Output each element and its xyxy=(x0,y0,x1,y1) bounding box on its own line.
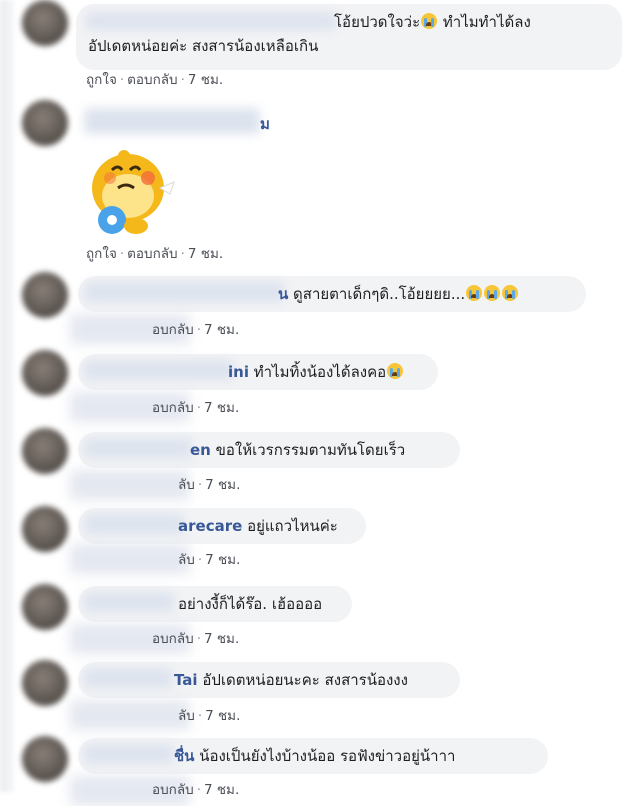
timestamp[interactable]: 7 ชม. xyxy=(204,631,239,647)
comment-actions: อบกลับ · 7 ชม. xyxy=(152,400,240,416)
comment-text: ดูสายตาเด็กๆดิ..โอ้ยยยย... xyxy=(293,285,466,303)
reply-link[interactable]: ลับ xyxy=(178,552,195,568)
comment-text: ทำไมทิ้งน้องได้ลงคอ xyxy=(253,363,387,381)
reply-link[interactable]: อบกลับ xyxy=(152,782,194,798)
comment-actions: ลับ · 7 ชม. xyxy=(178,552,241,568)
blurred-name xyxy=(86,12,336,30)
blurred-name xyxy=(84,514,184,534)
blurred-name xyxy=(84,592,174,612)
commenter-name[interactable]: Tai xyxy=(174,671,198,689)
comment-text: อยู่แถวไหนค่ะ xyxy=(247,517,338,535)
crying-face-emoji-icon xyxy=(502,285,519,301)
blurred-name xyxy=(84,668,172,688)
comment-text-cont: ทำไมทำได้ลง xyxy=(438,13,531,31)
blurred-region xyxy=(70,700,190,730)
comment-actions: ถูกใจ · ตอบกลับ · 7 ชม. xyxy=(86,246,224,262)
comment-bubble: น ดูสายตาเด็กๆดิ..โอ้ยยยย... xyxy=(78,276,586,312)
timestamp[interactable]: 7 ชม. xyxy=(204,400,239,416)
avatar[interactable] xyxy=(22,660,68,706)
blurred-name xyxy=(84,744,174,764)
comment-text: อย่างงี้ก็ได้ร๊อ. เฮ้ออออ xyxy=(178,595,323,613)
crying-face-emoji-icon xyxy=(421,13,438,29)
like-link[interactable]: ถูกใจ xyxy=(86,72,117,88)
comment-bubble: Tai อัปเดตหน่อยนะคะ สงสารน้องงง xyxy=(78,662,460,698)
avatar[interactable] xyxy=(22,584,68,630)
timestamp[interactable]: 7 ชม. xyxy=(205,708,240,724)
like-link[interactable]: ถูกใจ xyxy=(86,246,117,262)
comment-actions: ลับ · 7 ชม. xyxy=(178,477,241,493)
crying-face-emoji-icon xyxy=(484,285,501,301)
comment-bubble: โอ้ยปวดใจว่ะ ทำไมทำได้ลง อัปเดตหน่อยค่ะ … xyxy=(76,4,622,70)
reply-link[interactable]: ตอบกลับ xyxy=(127,246,177,262)
reply-link[interactable]: ลับ xyxy=(178,708,195,724)
left-page-edge xyxy=(0,0,14,792)
commenter-name[interactable]: ชื่น xyxy=(174,747,194,765)
commenter-name[interactable]: ม xyxy=(260,112,270,136)
reply-link[interactable]: ตอบกลับ xyxy=(127,72,177,88)
comment-actions: ลับ · 7 ชม. xyxy=(178,708,241,724)
comment-text: น้องเป็นยังไงบ้างน้ออ รอฟังข่าวอยู่น้าาา xyxy=(199,747,456,765)
blurred-name xyxy=(84,360,234,380)
comment-actions: ถูกใจ · ตอบกลับ · 7 ชม. xyxy=(86,72,224,88)
timestamp[interactable]: 7 ชม. xyxy=(188,72,223,88)
comment-text: โอ้ยปวดใจว่ะ xyxy=(334,13,421,31)
commenter-name[interactable]: en xyxy=(190,441,211,459)
avatar[interactable] xyxy=(22,100,68,146)
blurred-name xyxy=(84,438,192,458)
avatar[interactable] xyxy=(22,506,68,552)
comment-bubble: ini ทำไมทิ้งน้องได้ลงคอ xyxy=(78,354,438,390)
reply-link[interactable]: อบกลับ xyxy=(152,400,194,416)
crying-yellow-dinosaur-sticker-icon xyxy=(92,150,175,234)
avatar[interactable] xyxy=(22,0,68,46)
timestamp[interactable]: 7 ชม. xyxy=(204,322,239,338)
blurred-name xyxy=(84,282,284,302)
comment-bubble: ชื่น น้องเป็นยังไงบ้างน้ออ รอฟังข่าวอยู่… xyxy=(78,738,548,774)
reply-link[interactable]: อบกลับ xyxy=(152,631,194,647)
comment-bubble: arecare อยู่แถวไหนค่ะ xyxy=(78,508,366,544)
timestamp[interactable]: 7 ชม. xyxy=(188,246,223,262)
commenter-name[interactable]: arecare xyxy=(178,517,242,535)
comment-text: อัปเดตหน่อยนะคะ สงสารน้องงง xyxy=(202,671,408,689)
avatar[interactable] xyxy=(22,272,68,318)
blurred-region xyxy=(70,470,190,500)
comment-actions: อบกลับ · 7 ชม. xyxy=(152,322,240,338)
timestamp[interactable]: 7 ชม. xyxy=(205,552,240,568)
comment-text-line2: อัปเดตหน่อยค่ะ สงสารน้องเหลือเกิน xyxy=(88,37,319,55)
blurred-region xyxy=(70,544,190,574)
comment-bubble: en ขอให้เวรกรรมตามทันโดยเร็ว xyxy=(78,432,460,468)
blurred-name xyxy=(84,108,260,134)
avatar[interactable] xyxy=(22,736,68,782)
comment-actions: อบกลับ · 7 ชม. xyxy=(152,782,240,798)
avatar[interactable] xyxy=(22,350,68,396)
crying-face-emoji-icon xyxy=(466,285,483,301)
reply-link[interactable]: อบกลับ xyxy=(152,322,194,338)
comment-bubble: อย่างงี้ก็ได้ร๊อ. เฮ้ออออ xyxy=(78,586,352,622)
reply-link[interactable]: ลับ xyxy=(178,477,195,493)
timestamp[interactable]: 7 ชม. xyxy=(205,477,240,493)
comment-actions: อบกลับ · 7 ชม. xyxy=(152,631,240,647)
comment-text: ขอให้เวรกรรมตามทันโดยเร็ว xyxy=(215,441,406,459)
timestamp[interactable]: 7 ชม. xyxy=(204,782,239,798)
commenter-name[interactable]: ini xyxy=(228,363,249,381)
crying-face-emoji-icon xyxy=(387,363,404,379)
avatar[interactable] xyxy=(22,428,68,474)
commenter-name[interactable]: น xyxy=(278,285,288,303)
